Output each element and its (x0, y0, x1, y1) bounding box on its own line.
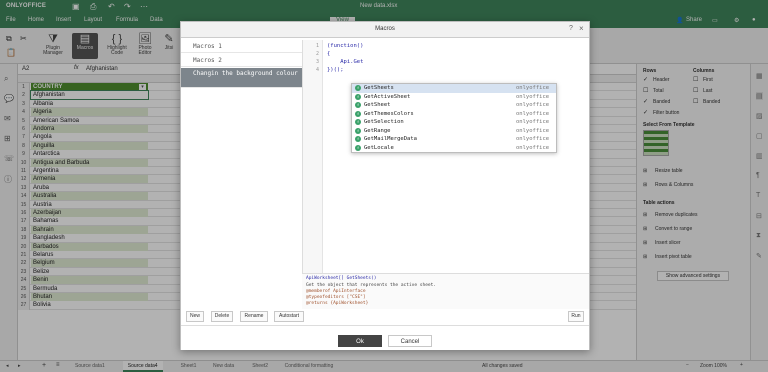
help-tag: @memberof ApiInterface (306, 289, 366, 294)
code-line[interactable]: })(); (327, 67, 344, 73)
method-icon: f (355, 102, 361, 108)
autocomplete-item[interactable]: f GetMailMergeData onlyoffice (352, 135, 556, 144)
dialog-title: Macros (375, 26, 395, 32)
autocomplete-scope: onlyoffice (516, 119, 550, 125)
autocomplete-item[interactable]: f GetSheet onlyoffice (352, 101, 556, 110)
help-tag: @typeofeditors ["CSE"] (306, 295, 366, 300)
line-number: 2 (315, 51, 319, 57)
close-icon[interactable]: × (579, 24, 584, 33)
autocomplete-name: GetRange (364, 127, 391, 134)
autocomplete-scope: onlyoffice (516, 127, 550, 134)
new-macro-button[interactable]: New (186, 311, 204, 322)
method-icon: f (355, 93, 361, 100)
autostart-button[interactable]: Autostart (274, 311, 304, 322)
autostart-label: Autostart (278, 313, 299, 319)
dialog-footer: Ok Cancel (181, 325, 589, 350)
autocomplete-item[interactable]: f GetSelection onlyoffice (352, 118, 556, 127)
autocomplete-name: GetActiveSheet (364, 93, 411, 100)
method-icon: f (355, 85, 361, 91)
help-signature: ApiWorksheet[] GetSheets() (306, 276, 377, 281)
delete-macro-label: Delete (214, 313, 230, 319)
run-label: Run (571, 313, 581, 319)
run-button[interactable]: Run (568, 311, 584, 322)
autocomplete-item[interactable]: f GetSheets onlyoffice (352, 84, 556, 93)
code-editor[interactable]: 1 2 3 4 (function() { Api.Get })(); (302, 40, 589, 273)
autocomplete-item[interactable]: f GetActiveSheet onlyoffice (352, 93, 556, 102)
ok-button[interactable]: Ok (338, 335, 382, 347)
autocomplete-name: GetLocale (364, 144, 394, 151)
line-number: 4 (315, 67, 319, 73)
code-line[interactable]: Api.Get (327, 59, 363, 65)
macros-dialog: Macros ? × Macros 1 Macros 2 Changin the b… (180, 21, 590, 350)
autocomplete-name: GetSelection (364, 119, 404, 125)
autocomplete-item[interactable]: f GetLocale onlyoffice (352, 144, 556, 153)
help-icon[interactable]: ? (569, 25, 573, 32)
dialog-header: Macros ? × (181, 22, 589, 38)
method-icon: f (355, 127, 361, 134)
autocomplete-scope: onlyoffice (516, 102, 550, 108)
autocomplete-scope: onlyoffice (516, 144, 550, 151)
code-line[interactable]: (function() (327, 43, 363, 49)
cancel-button[interactable]: Cancel (388, 335, 432, 347)
line-number: 1 (315, 43, 319, 49)
line-number: 3 (315, 59, 319, 65)
autocomplete-scope: onlyoffice (516, 93, 550, 100)
autocomplete-scope: onlyoffice (516, 136, 550, 142)
macro-list-item[interactable]: Macros 1 (181, 40, 302, 53)
method-icon: f (355, 119, 361, 125)
ok-label: Ok (356, 339, 364, 345)
autocomplete-scope: onlyoffice (516, 110, 550, 117)
method-icon: f (355, 144, 361, 151)
autocomplete-item[interactable]: f GetRange onlyoffice (352, 127, 556, 136)
delete-macro-button[interactable]: Delete (211, 311, 233, 322)
autocomplete-popup: f GetSheets onlyoffice f GetActiveSheet onlyo… (351, 83, 557, 153)
method-icon: f (355, 110, 361, 117)
rename-macro-label: Rename (244, 313, 264, 319)
autocomplete-item[interactable]: f GetThemesColors onlyoffice (352, 110, 556, 119)
cancel-label: Cancel (400, 339, 420, 345)
autocomplete-name: GetMailMergeData (364, 136, 417, 142)
macro-list-item[interactable]: Macros 2 (181, 54, 302, 67)
help-description: Get the object that represents the activ… (306, 283, 437, 288)
method-icon: f (355, 136, 361, 142)
autocomplete-name: GetThemesColors (364, 110, 414, 117)
autocomplete-scope: onlyoffice (516, 85, 550, 91)
code-line[interactable]: { (327, 51, 330, 57)
editor-gutter: 1 2 3 4 (303, 40, 323, 273)
autocomplete-name: GetSheet (364, 102, 391, 108)
help-panel: ApiWorksheet[] GetSheets() Get the objec… (302, 273, 589, 309)
rename-macro-button[interactable]: Rename (240, 311, 268, 322)
help-tag: @returns {ApiWorksheet} (306, 301, 369, 306)
autocomplete-name: GetSheets (364, 85, 394, 91)
macro-list: Macros 1 Macros 2 Changin the background c… (181, 40, 302, 306)
new-macro-label: New (189, 313, 200, 319)
macro-list-item[interactable]: Changin the background colour (181, 68, 302, 88)
